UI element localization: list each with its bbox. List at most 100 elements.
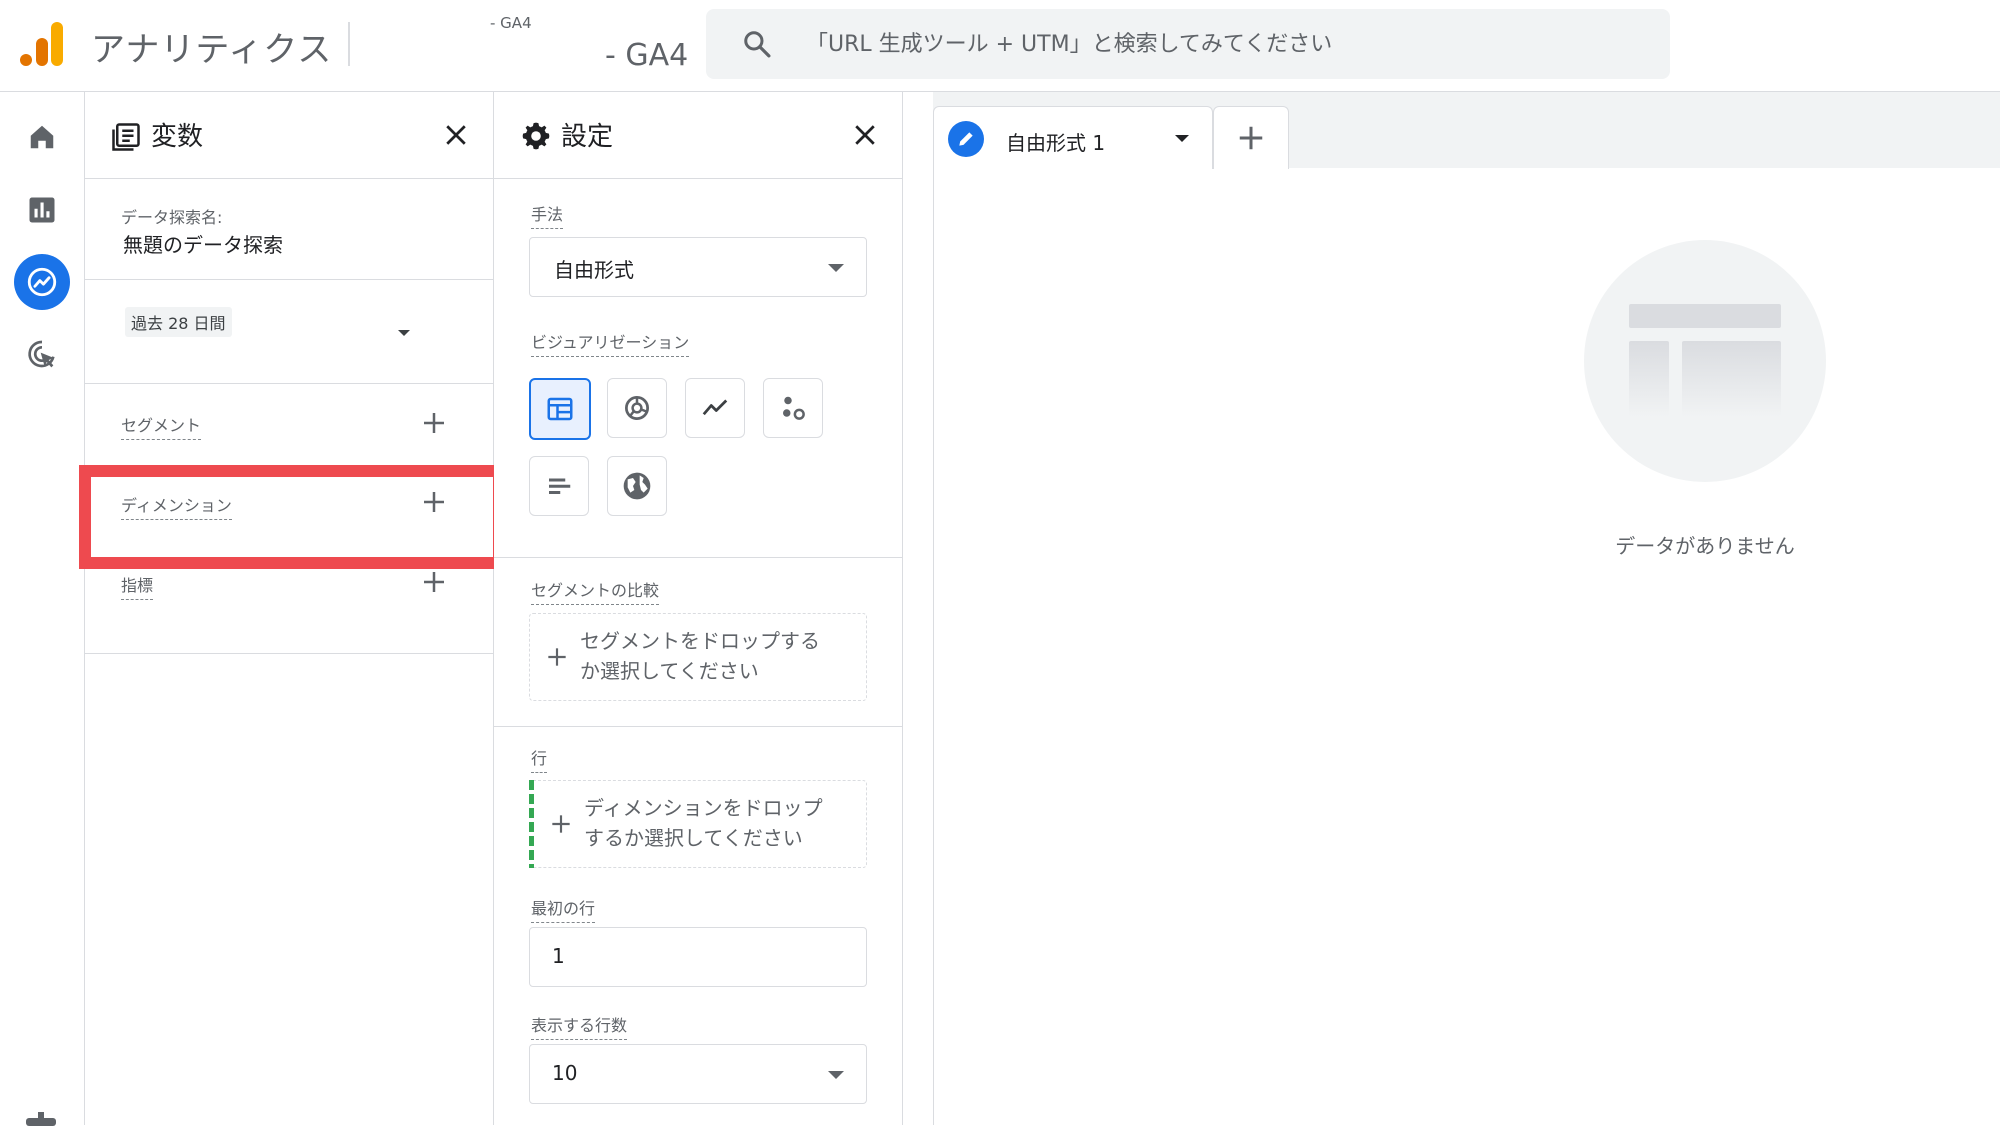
first-row-label: 最初の行 <box>531 895 596 923</box>
date-range-dropdown-icon[interactable] <box>398 330 410 336</box>
close-settings-button[interactable] <box>850 120 880 150</box>
plus-icon <box>424 492 444 512</box>
dropdown-caret-icon <box>828 1071 844 1079</box>
technique-dropdown[interactable]: 自由形式 <box>529 237 867 297</box>
rows-drop-text-2: するか選択してください <box>584 826 803 850</box>
show-rows-label-wrap: 表示する行数 <box>531 1012 628 1040</box>
line-chart-icon <box>702 399 728 416</box>
scatter-plot-icon <box>783 396 805 420</box>
show-rows-label: 表示する行数 <box>531 1012 628 1040</box>
rows-label-wrap: 行 <box>531 745 548 773</box>
viz-donut-button[interactable] <box>607 378 667 438</box>
plus-icon <box>548 811 574 837</box>
segment-comparison-label-wrap: セグメントの比較 <box>531 577 660 605</box>
settings-divider-1 <box>494 557 902 558</box>
visualization-label-wrap: ビジュアリゼーション <box>531 329 690 357</box>
top-bar: アナリティクス - GA4 - GA4 <box>0 0 2000 92</box>
explore-icon <box>25 265 59 299</box>
date-range-section: 過去 28 日間 <box>85 280 493 384</box>
globe-icon <box>623 472 651 500</box>
variables-icon <box>111 122 141 152</box>
segment-drop-text-2: か選択してください <box>580 659 759 683</box>
variables-panel-title: 変数 <box>151 122 204 152</box>
date-range-chip[interactable]: 過去 28 日間 <box>125 307 232 337</box>
exploration-name-label: データ探索名: <box>121 208 223 227</box>
table-icon <box>547 397 573 421</box>
metrics-label: 指標 <box>121 572 154 600</box>
close-icon <box>855 125 875 145</box>
tab-menu-caret-icon[interactable] <box>1175 135 1189 142</box>
add-metric-button[interactable] <box>419 567 449 597</box>
first-row-input[interactable]: 1 <box>529 927 867 987</box>
variables-panel-header: 変数 <box>85 92 493 179</box>
left-nav <box>0 92 85 1126</box>
add-tab-button[interactable] <box>1213 106 1289 169</box>
header-divider <box>348 22 350 66</box>
segments-label: セグメント <box>121 412 202 440</box>
plus-icon <box>544 644 570 670</box>
empty-state-illustration <box>1584 240 1826 482</box>
rows-drop-indicator <box>529 780 534 868</box>
account-name[interactable]: - GA4 <box>490 14 532 32</box>
nav-explore[interactable] <box>14 254 70 310</box>
settings-divider-2 <box>494 726 902 727</box>
edit-pencil-icon[interactable] <box>948 121 984 157</box>
settings-gear-icon[interactable] <box>26 1112 56 1126</box>
home-icon <box>27 122 57 152</box>
visualization-label: ビジュアリゼーション <box>531 329 690 357</box>
segment-drop-text-1: セグメントをドロップする <box>580 629 820 653</box>
property-name[interactable]: - GA4 <box>605 38 688 73</box>
dimensions-label-wrap: ディメンション <box>121 492 232 520</box>
horizontal-bar-icon <box>549 478 571 494</box>
close-icon <box>446 125 466 145</box>
app-title[interactable]: アナリティクス <box>91 22 332 71</box>
segments-label-wrap: セグメント <box>121 412 202 440</box>
cursor-target-icon <box>26 338 58 370</box>
viz-geo-button[interactable] <box>607 456 667 516</box>
nav-reports[interactable] <box>14 182 70 238</box>
show-rows-dropdown[interactable]: 10 <box>529 1044 867 1104</box>
viz-line-button[interactable] <box>685 378 745 438</box>
technique-label: 手法 <box>531 201 564 229</box>
first-row-label-wrap: 最初の行 <box>531 895 596 923</box>
segment-comparison-label: セグメントの比較 <box>531 577 660 605</box>
nav-advertising[interactable] <box>14 326 70 382</box>
rows-drop-text-1: ディメンションをドロップ <box>584 796 823 820</box>
tab-freeform-1[interactable]: 自由形式 1 <box>933 106 1213 169</box>
donut-chart-icon <box>625 396 649 420</box>
viz-bar-button[interactable] <box>529 456 589 516</box>
plus-icon <box>424 413 444 433</box>
show-rows-value: 10 <box>552 1061 578 1085</box>
dimensions-label: ディメンション <box>121 492 232 520</box>
tab-label: 自由形式 1 <box>1006 131 1106 155</box>
empty-state-message: データがありません <box>1615 534 1795 558</box>
analytics-logo-icon[interactable] <box>20 20 64 68</box>
nav-home[interactable] <box>14 109 70 165</box>
exploration-name-input[interactable]: 無題のデータ探索 <box>123 229 283 258</box>
search-bar[interactable] <box>706 9 1670 79</box>
add-dimension-button[interactable] <box>419 487 449 517</box>
variables-divider <box>85 653 493 654</box>
dropdown-caret-icon <box>828 264 844 272</box>
settings-panel-title: 設定 <box>561 122 614 152</box>
close-variables-button[interactable] <box>441 120 471 150</box>
add-segment-button[interactable] <box>419 408 449 438</box>
first-row-value: 1 <box>552 944 565 968</box>
variables-panel: 変数 データ探索名: 無題のデータ探索 過去 28 日間 セグメント <box>85 92 494 1125</box>
segment-drop-zone[interactable]: セグメントをドロップする か選択してください <box>529 613 867 701</box>
search-icon <box>742 29 772 59</box>
plus-icon <box>424 572 444 592</box>
exploration-canvas <box>933 168 2000 1125</box>
rows-drop-zone[interactable]: ディメンションをドロップ するか選択してください <box>529 780 867 868</box>
technique-value: 自由形式 <box>554 258 634 282</box>
settings-panel-header: 設定 <box>494 92 902 179</box>
rows-label: 行 <box>531 745 548 773</box>
plus-icon <box>1236 123 1266 153</box>
technique-label-wrap: 手法 <box>531 201 564 229</box>
viz-scatter-button[interactable] <box>763 378 823 438</box>
search-input[interactable] <box>806 9 1646 79</box>
empty-table-icon <box>1629 304 1781 417</box>
exploration-name-section: データ探索名: 無題のデータ探索 <box>85 179 493 280</box>
viz-table-button[interactable] <box>529 378 591 440</box>
metrics-label-wrap: 指標 <box>121 572 154 600</box>
